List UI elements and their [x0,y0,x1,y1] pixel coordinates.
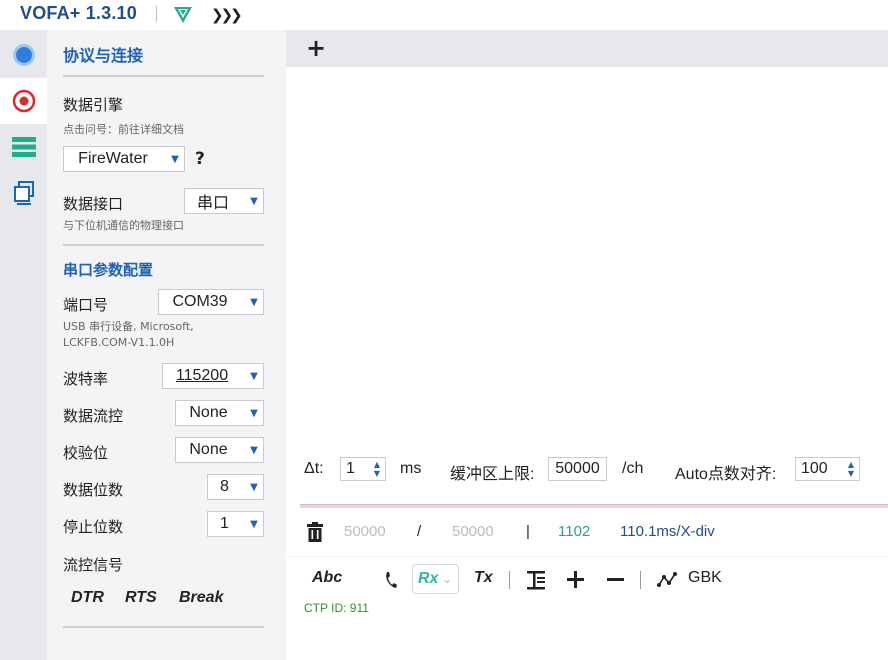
interface-label: 数据接口 [63,195,124,213]
spin-arrows-icon[interactable]: ▲ ▼ [369,460,385,478]
add-tab-button[interactable]: + [306,36,326,60]
panel-title: 协议与连接 [63,46,144,65]
baud-select[interactable]: 115200 ▼ [162,363,264,389]
rx-label: Rx [418,570,439,587]
ctp-id-text: CTP ID: 911 [304,601,369,615]
port-hint-line1: USB 串行设备, Microsoft, [63,320,194,333]
interface-select[interactable]: 串口 ▼ [184,188,264,214]
sidebar-item-connection[interactable] [0,32,47,78]
plus-icon[interactable] [567,571,584,588]
tab-bar: + [286,30,888,67]
buffer-input[interactable]: 50000 [548,457,607,481]
toolbar-separator [640,571,641,589]
engine-select[interactable]: FireWater ▼ [63,146,185,172]
chevron-down-icon: ▼ [250,481,258,493]
break-button[interactable]: Break [179,589,223,607]
minus-icon[interactable] [607,571,624,588]
stopbits-select[interactable]: 1 ▼ [207,511,264,537]
port-hint-line2: LCKFB.COM-V1.1.0H [63,336,175,349]
chevron-down-icon: ⌄ [442,572,452,586]
toolbar-separator [509,571,510,589]
chevron-down-icon: ▼ [171,153,179,165]
baud-label: 波特率 [63,370,109,388]
trash-icon[interactable] [306,522,324,542]
splitter[interactable] [300,504,888,508]
chevron-down-icon: ▼ [250,195,258,207]
bottom-toolbar: Abc Rx ⌄ Tx GBK CTP ID: 911 [286,556,888,660]
app-title: VOFA+ 1.3.10 [20,3,137,23]
chevron-down-icon: ▼ [250,296,258,308]
connection-dot-icon [12,44,35,66]
phone-icon[interactable] [384,571,398,589]
vofa-logo-icon[interactable] [172,4,194,26]
icon-sidebar [0,30,47,660]
status-separator: | [526,523,530,540]
stopbits-label: 停止位数 [63,518,124,536]
buffer-unit: /ch [622,460,644,477]
divider [63,75,264,77]
align-spinbox[interactable]: 100 ▲ ▼ [795,457,860,481]
databits-label: 数据位数 [63,481,124,499]
title-bar: VOFA+ 1.3.10 ❯❯❯ [0,0,888,30]
chevron-down-icon: ▼ [250,444,258,456]
chevron-down-icon: ▼ [250,370,258,382]
parity-select[interactable]: None ▼ [175,437,264,463]
spin-arrows-icon[interactable]: ▲ ▼ [843,460,859,478]
parity-label: 校验位 [63,444,109,462]
flow-signal-label: 流控信号 [63,556,124,574]
tx-button[interactable]: Tx [474,569,493,587]
engine-hint: 点击问号：前往详细文档 [63,123,184,136]
serial-section-title: 串口参数配置 [63,261,154,279]
align-label: Auto点数对齐: [675,466,777,483]
menu-list-icon [11,137,36,157]
flowctrl-label: 数据流控 [63,407,124,425]
encoding-button[interactable]: GBK [688,569,722,587]
x-div-value: 110.1ms/X-div [620,523,715,540]
dt-spinbox[interactable]: 1 ▲ ▼ [340,457,386,481]
interface-hint: 与下位机通信的物理接口 [63,219,184,232]
buffer-label: 缓冲区上限: [450,466,535,483]
count-slash: / [417,523,422,540]
flowctrl-select[interactable]: None ▼ [175,400,264,426]
control-bar: Δt: 1 ▲ ▼ ms 缓冲区上限: 50000 /ch Auto点数对齐: 1… [286,444,888,504]
divider [63,244,264,246]
sidebar-item-record[interactable] [0,78,47,124]
waveform-icon[interactable] [657,571,677,589]
engine-label: 数据引擎 [63,96,124,114]
status-bar: 50000 / 50000 | 1102 110.1ms/X-div [286,510,888,554]
dtr-button[interactable]: DTR [71,589,104,607]
chevron-down-icon: ▼ [250,407,258,419]
record-icon [12,89,35,113]
plot-canvas[interactable] [286,67,888,444]
port-label: 端口号 [63,296,109,314]
databits-select[interactable]: 8 ▼ [207,474,264,500]
text-wrap-icon[interactable] [526,570,546,590]
help-question-button[interactable]: ? [195,149,205,169]
settings-panel: 协议与连接 数据引擎 点击问号：前往详细文档 FireWater ▼ ? 数据接… [47,30,286,660]
sample-count: 50000 [344,523,386,540]
rx-select[interactable]: Rx ⌄ [412,564,459,594]
text-mode-button[interactable]: Abc [312,569,342,587]
dt-unit: ms [400,460,422,477]
chevron-down-icon: ▼ [250,518,258,530]
expand-chevrons-icon[interactable]: ❯❯❯ [211,6,243,24]
sidebar-item-widgets[interactable] [0,124,47,170]
buffer-count: 50000 [452,523,494,540]
divider [63,626,264,628]
sidebar-item-windows[interactable] [0,170,47,216]
rts-button[interactable]: RTS [125,589,157,607]
dt-label: Δt: [304,460,324,477]
sample-rate: 1102 [558,523,591,540]
title-separator [156,6,157,22]
windows-copy-icon [13,181,34,205]
port-select[interactable]: COM39 ▼ [158,289,264,315]
